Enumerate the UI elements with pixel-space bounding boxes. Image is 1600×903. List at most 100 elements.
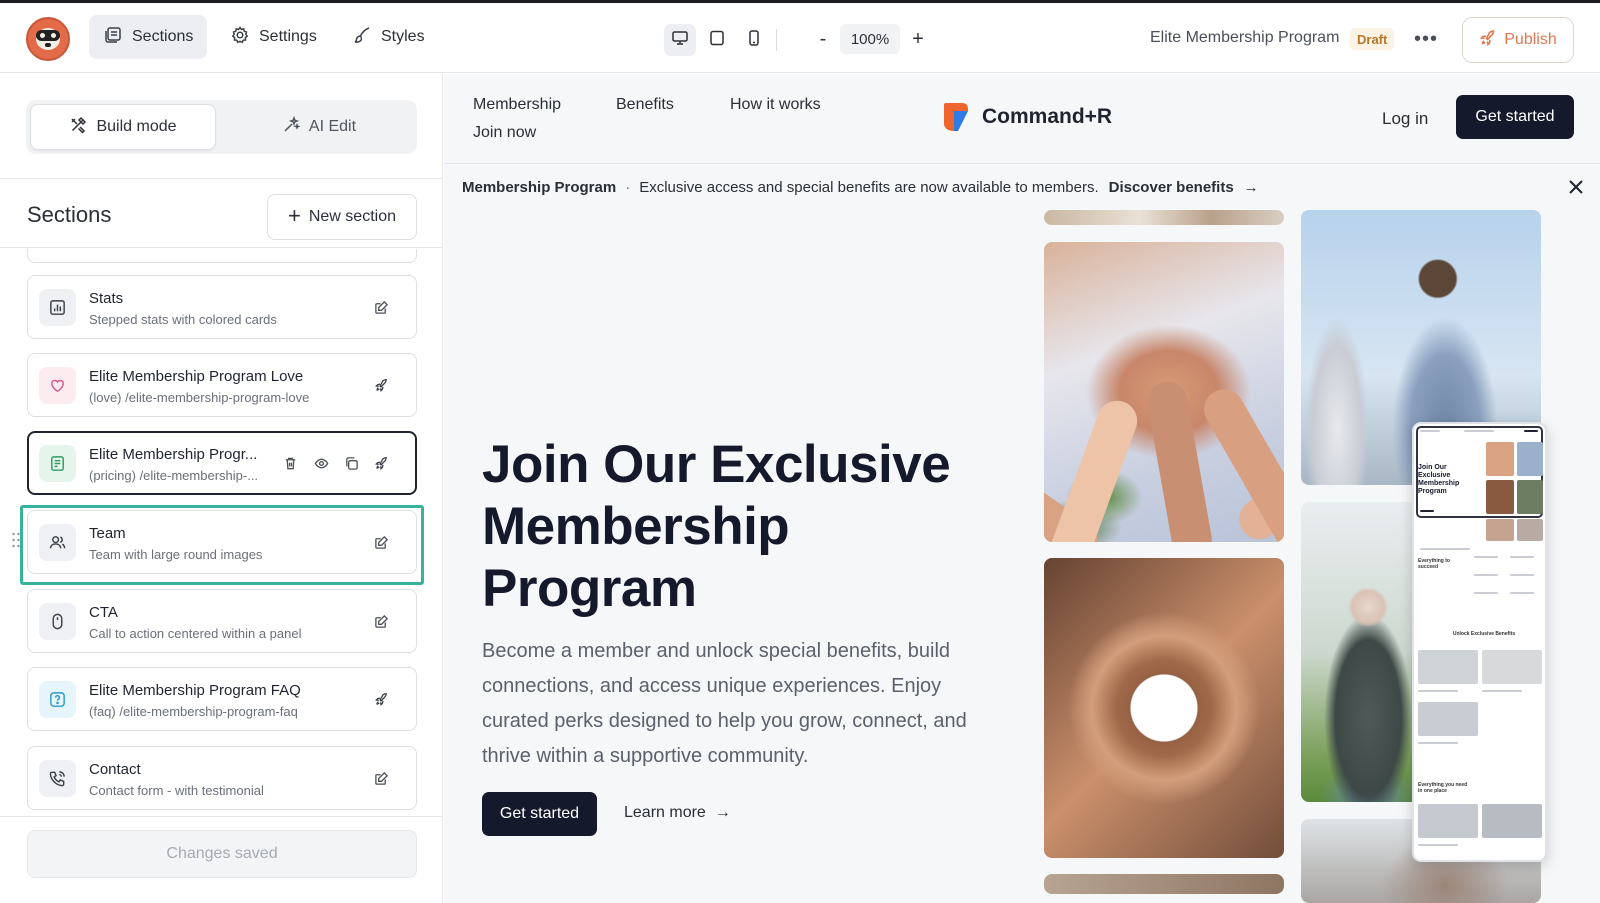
section-item-cta[interactable]: CTA Call to action centered within a pan…: [27, 589, 417, 653]
mini-section-title: Unlock Exclusive Benefits: [1452, 631, 1516, 637]
status-badge: Draft: [1350, 28, 1395, 50]
rocket-icon[interactable]: [372, 454, 390, 472]
nav-link-membership[interactable]: Membership: [473, 96, 561, 114]
sections-list[interactable]: Stats Stepped stats with colored cards E…: [0, 249, 443, 819]
sparkle-icon: [282, 115, 301, 139]
top-bar: Sections Settings Styles - 100% + Elite …: [0, 3, 1600, 73]
mobile-preview-thumbnail[interactable]: Join Our Exclusive Membership Program Ev…: [1412, 422, 1547, 862]
banner-link[interactable]: Discover benefits: [1109, 179, 1234, 196]
more-options-button[interactable]: •••: [1411, 25, 1441, 53]
section-item-name: Elite Membership Program FAQ: [89, 682, 301, 699]
mini-section-title: Everything you need in one place: [1418, 782, 1468, 794]
section-item-pricing[interactable]: Elite Membership Progr... (pricing) /eli…: [27, 431, 417, 495]
ellipsis-icon: •••: [1413, 27, 1438, 50]
bar-chart-icon: [39, 289, 76, 326]
tab-settings-label: Settings: [259, 28, 317, 45]
section-item-desc: (love) /elite-membership-program-love: [89, 390, 310, 405]
tab-styles[interactable]: Styles: [338, 15, 439, 59]
trash-icon[interactable]: [281, 454, 299, 472]
hero-photo-fists: [1044, 558, 1284, 858]
zoom-out-button[interactable]: -: [811, 25, 835, 53]
rocket-icon[interactable]: [372, 690, 390, 708]
sidebar-divider: [0, 178, 443, 179]
rocket-icon: [1479, 29, 1497, 52]
page-preview[interactable]: Membership Benefits How it works Join no…: [444, 74, 1600, 903]
brush-icon: [352, 25, 372, 50]
nav-link-how-it-works[interactable]: How it works: [730, 96, 821, 114]
edit-icon[interactable]: [372, 533, 390, 551]
publish-label: Publish: [1504, 31, 1557, 48]
tab-sections[interactable]: Sections: [89, 15, 208, 59]
hero-get-started-button[interactable]: Get started: [482, 792, 597, 836]
rocket-icon[interactable]: [372, 376, 390, 394]
section-item-love[interactable]: Elite Membership Program Love (love) /el…: [27, 353, 417, 417]
sections-sidebar: Build mode AI Edit Sections + New sectio…: [0, 74, 443, 903]
banner-separator: ·: [625, 178, 631, 196]
login-link[interactable]: Log in: [1382, 109, 1428, 129]
section-item-team[interactable]: Team Team with large round images: [27, 510, 417, 574]
app-logo[interactable]: [26, 17, 70, 61]
nav-get-started-button[interactable]: Get started: [1456, 95, 1574, 139]
hero-title: Join Our Exclusive Membership Program: [482, 435, 951, 618]
zoom-in-button[interactable]: +: [906, 25, 930, 53]
document-title: Elite Membership Program: [1150, 29, 1340, 46]
banner-title: Membership Program: [462, 178, 617, 196]
section-item-name: Team: [89, 525, 126, 542]
eye-icon[interactable]: [312, 454, 330, 472]
desktop-view-button[interactable]: [664, 24, 696, 56]
learn-more-link[interactable]: Learn more →: [624, 804, 731, 822]
section-item-name: CTA: [89, 604, 118, 621]
tools-icon: [69, 116, 87, 139]
section-item-desc: Call to action centered within a panel: [89, 626, 302, 641]
learn-more-label: Learn more: [624, 804, 706, 821]
list-item[interactable]: [27, 249, 417, 263]
tab-settings[interactable]: Settings: [216, 15, 331, 59]
tablet-icon: [708, 29, 726, 52]
section-item-contact[interactable]: Contact Contact form - with testimonial: [27, 746, 417, 810]
arrow-right-icon: →: [714, 804, 731, 821]
edit-icon[interactable]: [372, 769, 390, 787]
section-item-desc: (faq) /elite-membership-program-faq: [89, 704, 298, 719]
gear-icon: [230, 25, 250, 50]
brand-logo[interactable]: Command+R: [942, 101, 1112, 133]
new-section-button[interactable]: + New section: [267, 194, 417, 240]
section-item-name: Contact: [89, 761, 141, 778]
tab-sections-label: Sections: [132, 28, 194, 45]
edit-icon[interactable]: [372, 612, 390, 630]
mouse-icon: [39, 603, 76, 640]
copy-icon[interactable]: [342, 454, 360, 472]
sections-heading: Sections: [27, 202, 112, 227]
announcement-banner: Membership Program · Exclusive access an…: [444, 165, 1600, 209]
plus-icon: +: [287, 203, 301, 228]
users-icon: [39, 524, 76, 561]
brand-mark-icon: [942, 101, 970, 133]
hero-photo: [1044, 874, 1284, 894]
preview-navbar: Membership Benefits How it works Join no…: [444, 74, 1600, 164]
section-item-desc: Contact form - with testimonial: [89, 783, 264, 798]
drag-handle-icon[interactable]: [11, 531, 21, 549]
nav-link-benefits[interactable]: Benefits: [616, 96, 674, 114]
close-icon[interactable]: [1566, 177, 1586, 197]
section-item-stats[interactable]: Stats Stepped stats with colored cards: [27, 275, 417, 339]
toolbar-divider: [776, 29, 777, 51]
mini-hero-title: Join Our Exclusive Membership Program: [1418, 464, 1460, 495]
publish-button[interactable]: Publish: [1462, 17, 1574, 63]
pricing-icon: [39, 445, 76, 482]
tablet-view-button[interactable]: [701, 24, 733, 56]
hero-photo: [1044, 210, 1284, 225]
section-item-name: Elite Membership Program Love: [89, 368, 304, 385]
new-section-label: New section: [308, 208, 396, 225]
ai-edit-button[interactable]: AI Edit: [226, 104, 412, 150]
build-mode-button[interactable]: Build mode: [30, 104, 216, 150]
mobile-view-button[interactable]: [738, 24, 770, 56]
nav-link-join-now[interactable]: Join now: [473, 124, 536, 142]
banner-text: Exclusive access and special benefits ar…: [639, 178, 1099, 196]
mini-section-title: Everything to succeed: [1418, 558, 1450, 570]
heart-icon: [39, 367, 76, 404]
arrow-right-icon: →: [1243, 178, 1259, 196]
changes-saved-button: Changes saved: [27, 830, 417, 878]
section-item-faq[interactable]: Elite Membership Program FAQ (faq) /elit…: [27, 667, 417, 731]
edit-icon[interactable]: [372, 298, 390, 316]
section-item-desc: Stepped stats with colored cards: [89, 312, 277, 327]
zoom-level[interactable]: 100%: [840, 24, 900, 54]
